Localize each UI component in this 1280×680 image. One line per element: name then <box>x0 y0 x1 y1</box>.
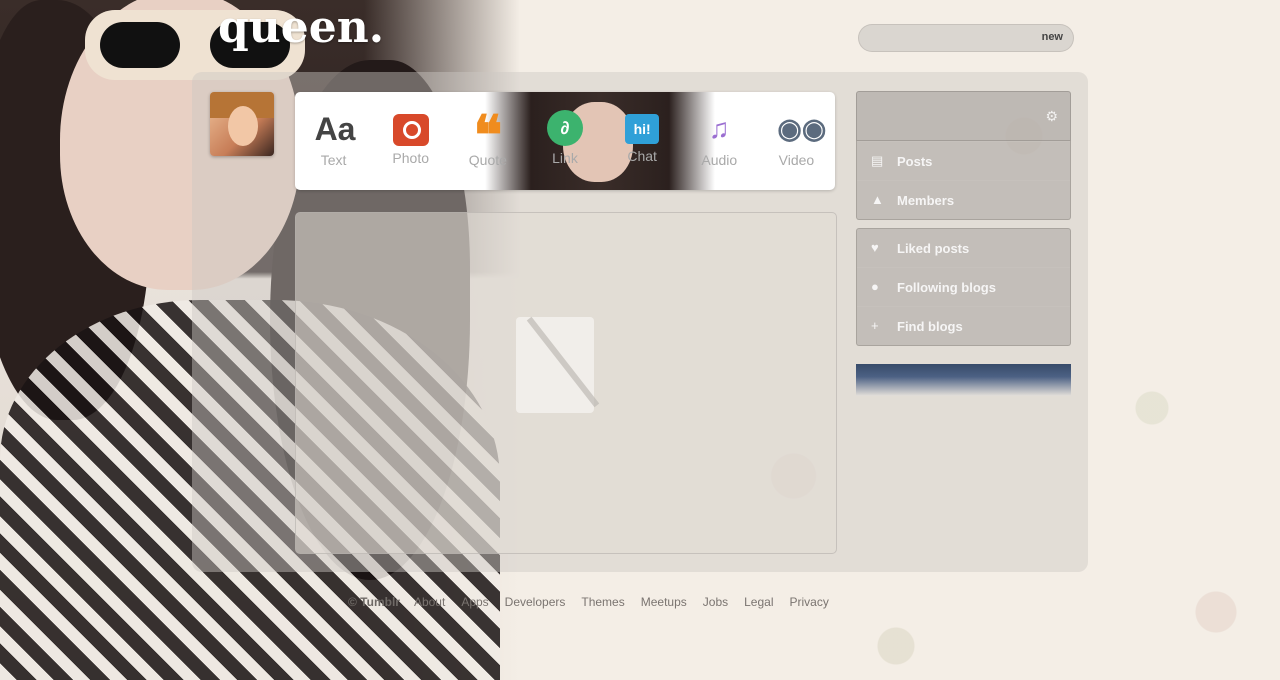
post-type-bar: Aa Text Photo ❝ Quote ∂ Link hi! Chat ♫ … <box>295 92 835 190</box>
avatar-face <box>228 106 258 146</box>
sidebar-item-label: Following blogs <box>897 280 996 295</box>
post-type-label: Photo <box>392 150 429 166</box>
chat-icon: hi! <box>625 114 660 144</box>
sidebar-item-posts[interactable]: ▤ Posts <box>857 141 1070 180</box>
post-type-label: Link <box>552 150 578 166</box>
quote-icon: ❝ <box>473 103 503 167</box>
footer: © Tumblr About Apps Developers Themes Me… <box>348 595 829 609</box>
sidebar-item-label: Liked posts <box>897 241 970 256</box>
footer-link-developers[interactable]: Developers <box>505 595 566 609</box>
search-input[interactable] <box>869 28 1033 50</box>
footer-link-meetups[interactable]: Meetups <box>641 595 687 609</box>
link-icon: ∂ <box>546 110 583 146</box>
post-type-list: Aa Text Photo ❝ Quote ∂ Link hi! Chat ♫ … <box>295 92 835 190</box>
sidebar-item-label: Find blogs <box>897 319 963 334</box>
add-user-icon: + <box>871 318 879 333</box>
user-icon: ● <box>871 279 879 294</box>
sidebar: ⚙ ▤ Posts ▲ Members ♥ Liked posts ● Foll… <box>856 91 1071 396</box>
sidebar-banner <box>856 364 1071 396</box>
new-post-button[interactable]: new <box>1042 31 1063 43</box>
post-type-label: Quote <box>468 152 507 168</box>
footer-link-privacy[interactable]: Privacy <box>790 595 829 609</box>
footer-link-legal[interactable]: Legal <box>744 595 773 609</box>
post-type-label: Text <box>320 152 347 168</box>
sidebar-item-find-blogs[interactable]: + Find blogs <box>857 306 1070 345</box>
posts-icon: ▤ <box>871 153 884 168</box>
blog-menu: ▤ Posts ▲ Members <box>856 141 1071 220</box>
post-type-text[interactable]: Aa Text <box>295 92 372 190</box>
post-type-label: Video <box>778 152 815 168</box>
text-icon: Aa <box>314 111 356 147</box>
post-type-link[interactable]: ∂ Link <box>526 92 603 190</box>
footer-link-themes[interactable]: Themes <box>581 595 624 609</box>
members-icon: ▲ <box>871 192 884 207</box>
sidebar-item-members[interactable]: ▲ Members <box>857 180 1070 219</box>
footer-link-about[interactable]: About <box>414 595 445 609</box>
avatar[interactable] <box>210 92 274 156</box>
footer-link-jobs[interactable]: Jobs <box>703 595 728 609</box>
post-type-quote[interactable]: ❝ Quote <box>449 92 526 190</box>
sidebar-item-label: Members <box>897 193 955 208</box>
video-camera-icon: ◉◉ <box>777 113 827 144</box>
sidebar-item-following[interactable]: ● Following blogs <box>857 267 1070 306</box>
headphones-icon: ♫ <box>708 113 730 144</box>
footer-copyright: © Tumblr <box>348 595 400 609</box>
sidebar-item-liked-posts[interactable]: ♥ Liked posts <box>857 229 1070 267</box>
account-menu: ♥ Liked posts ● Following blogs + Find b… <box>856 228 1071 346</box>
post-type-photo[interactable]: Photo <box>372 92 449 190</box>
sidebar-item-label: Posts <box>897 154 933 169</box>
post-type-label: Audio <box>701 152 738 168</box>
blog-card[interactable]: ⚙ <box>856 91 1071 141</box>
heart-icon: ♥ <box>871 240 879 255</box>
blog-title[interactable]: queen. <box>218 2 384 53</box>
camera-icon <box>392 114 429 146</box>
post-type-label: Chat <box>627 148 657 164</box>
footer-link-apps[interactable]: Apps <box>461 595 488 609</box>
search-box[interactable]: new <box>858 24 1074 52</box>
post-type-video[interactable]: ◉◉ Video <box>758 92 835 190</box>
gear-icon[interactable]: ⚙ <box>1045 108 1058 125</box>
posts-area <box>295 212 837 554</box>
post-type-chat[interactable]: hi! Chat <box>604 92 681 190</box>
post-type-audio[interactable]: ♫ Audio <box>681 92 758 190</box>
no-posts-icon <box>516 317 594 413</box>
